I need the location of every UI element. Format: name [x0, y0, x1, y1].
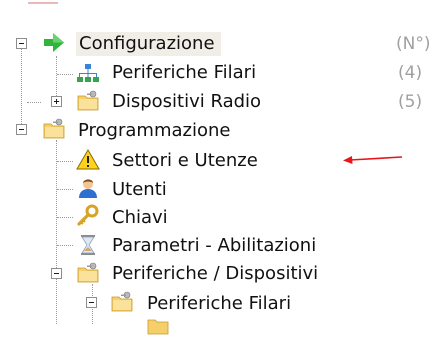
tree-item-chiavi[interactable]: Chiavi [112, 206, 168, 230]
collapse-toggle-periferiche-filari[interactable] [86, 297, 97, 308]
tree-line [57, 245, 73, 246]
key-icon [77, 204, 99, 226]
tree-item-periferiche-filari[interactable]: Periferiche Filari [112, 61, 256, 85]
count-dispositivi-radio: (5) [398, 92, 423, 112]
tree-item-periferiche-dispositivi[interactable]: Periferiche / Dispositivi [112, 262, 318, 286]
tree-item-settori-e-utenze[interactable]: Settori e Utenze [112, 149, 258, 173]
tree-item-periferiche-filari-nested[interactable]: Periferiche Filari [147, 292, 291, 316]
tree-line [57, 217, 73, 218]
tree-line [27, 102, 41, 103]
annotation-arrow-icon [343, 156, 403, 164]
folder-icon [147, 319, 169, 335]
tree-item-parametri-abilitazioni[interactable]: Parametri - Abilitazioni [112, 234, 316, 258]
collapse-toggle-configurazione[interactable] [16, 38, 27, 49]
green-arrow-icon [44, 33, 64, 52]
warning-icon [76, 149, 100, 170]
navigation-tree: Configurazione (N°) Periferiche Filari (… [0, 0, 436, 335]
folder-key-icon [77, 262, 99, 283]
tree-line [57, 189, 73, 190]
tree-line [56, 140, 57, 324]
tree-item-utenti[interactable]: Utenti [112, 178, 167, 202]
user-icon [79, 179, 97, 198]
tree-line [21, 48, 22, 128]
tree-item-configurazione[interactable]: Configurazione [76, 32, 221, 56]
folder-key-icon [43, 118, 65, 139]
tree-item-programmazione[interactable]: Programmazione [78, 119, 230, 143]
folder-key-icon [77, 90, 99, 111]
tree-line [57, 161, 73, 162]
count-periferiche-filari: (4) [398, 63, 423, 83]
hourglass-icon [81, 235, 95, 255]
folder-key-icon [111, 291, 133, 312]
collapse-toggle-periferiche-dispositivi[interactable] [51, 268, 62, 279]
expand-toggle-dispositivi-radio[interactable] [51, 96, 62, 107]
collapse-toggle-programmazione[interactable] [16, 124, 27, 135]
network-icon [77, 64, 99, 82]
tree-line [57, 74, 73, 75]
count-configurazione: (N°) [396, 34, 431, 54]
tree-item-dispositivi-radio[interactable]: Dispositivi Radio [112, 90, 261, 114]
